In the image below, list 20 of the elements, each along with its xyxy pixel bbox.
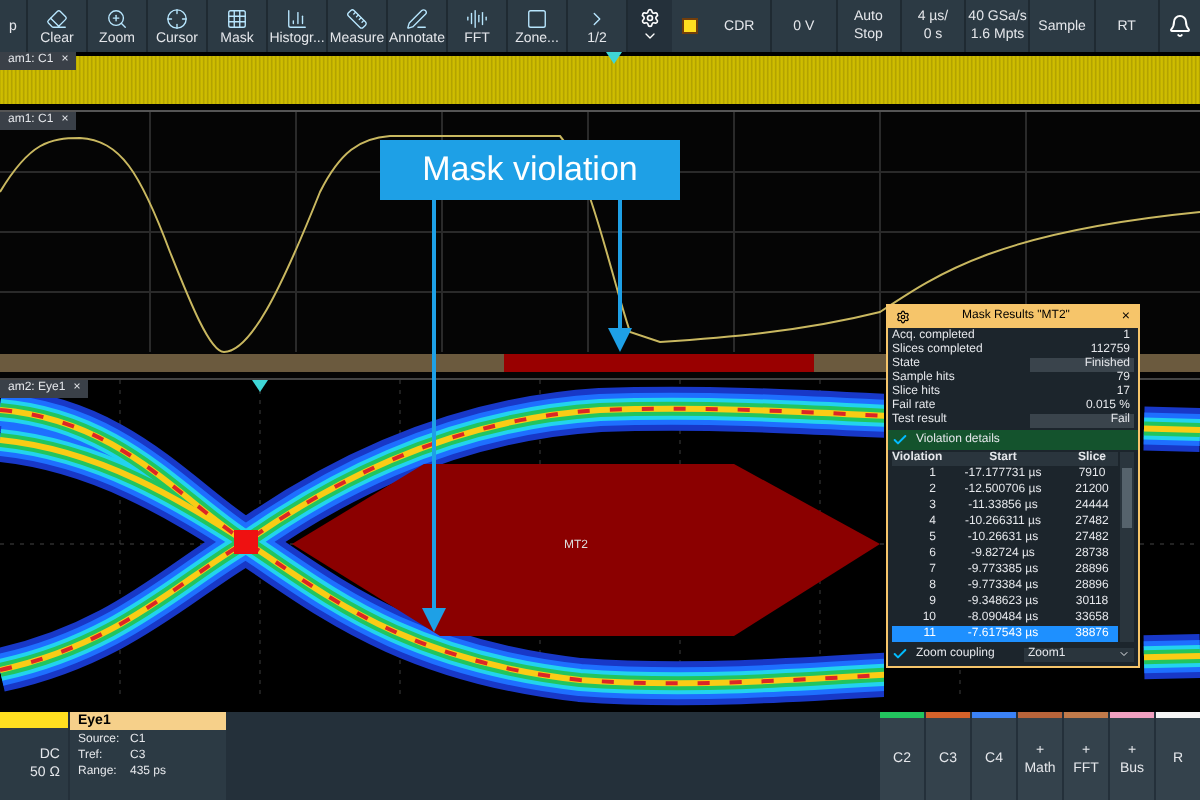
notification-bell-icon bbox=[1167, 14, 1192, 38]
settings-icon bbox=[896, 310, 910, 324]
caret-icon bbox=[642, 28, 658, 44]
scrollbar[interactable] bbox=[1120, 452, 1134, 642]
channel-chip-icon bbox=[682, 18, 698, 34]
eraser-icon bbox=[46, 7, 68, 29]
crosshair-icon bbox=[166, 7, 188, 29]
zoom-icon bbox=[106, 7, 128, 29]
grid-icon bbox=[226, 7, 248, 29]
settings-button[interactable] bbox=[628, 0, 672, 52]
caret-icon bbox=[1118, 648, 1130, 660]
pen-icon bbox=[406, 7, 428, 29]
square-icon bbox=[526, 7, 548, 29]
settings-icon bbox=[640, 8, 660, 28]
ruler-icon bbox=[346, 7, 368, 29]
checkbox[interactable] bbox=[892, 646, 908, 662]
histogram-icon bbox=[286, 7, 308, 29]
checkbox[interactable] bbox=[892, 432, 908, 448]
wave-icon bbox=[466, 7, 488, 29]
callout-label: Mask violation bbox=[380, 140, 680, 200]
